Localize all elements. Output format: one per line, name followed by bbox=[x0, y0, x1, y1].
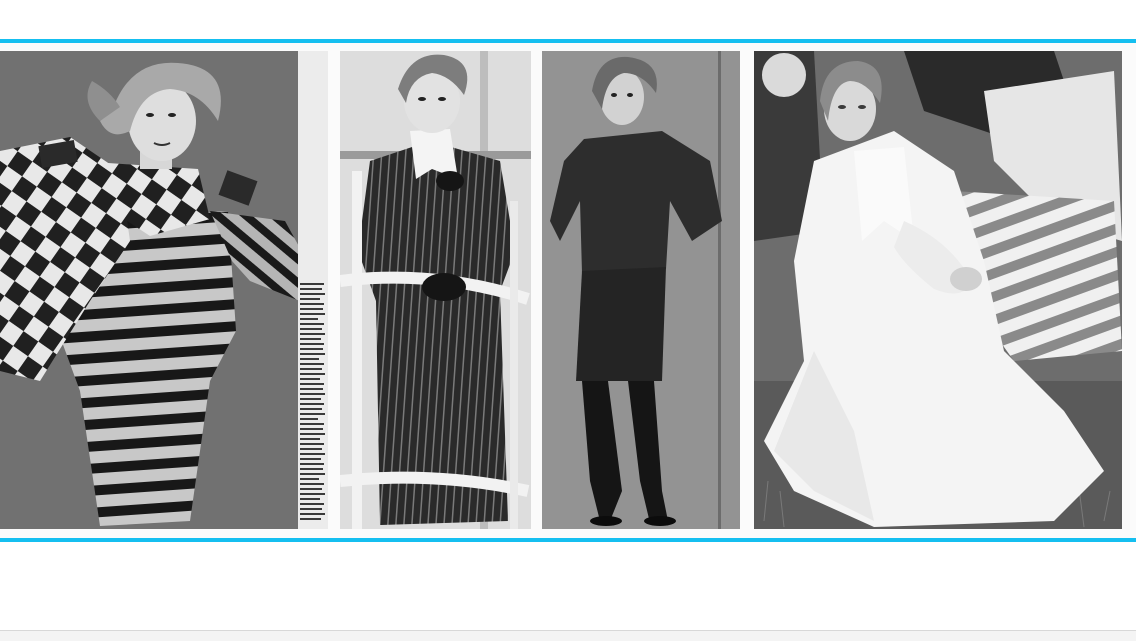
photo-strip bbox=[0, 43, 1136, 538]
photo-4[interactable] bbox=[754, 51, 1122, 529]
photo-2-image bbox=[340, 51, 531, 529]
photo-4-image bbox=[754, 51, 1122, 529]
photo-1-image bbox=[0, 51, 298, 529]
photo-3-image bbox=[542, 51, 740, 529]
caption-column bbox=[298, 51, 328, 529]
page-footer-bar bbox=[0, 630, 1136, 641]
photo-3[interactable] bbox=[542, 51, 740, 529]
photo-2[interactable] bbox=[340, 51, 531, 529]
photo-1[interactable] bbox=[0, 51, 298, 529]
bottom-accent-rule bbox=[0, 538, 1136, 542]
caption-text-image bbox=[300, 283, 325, 520]
